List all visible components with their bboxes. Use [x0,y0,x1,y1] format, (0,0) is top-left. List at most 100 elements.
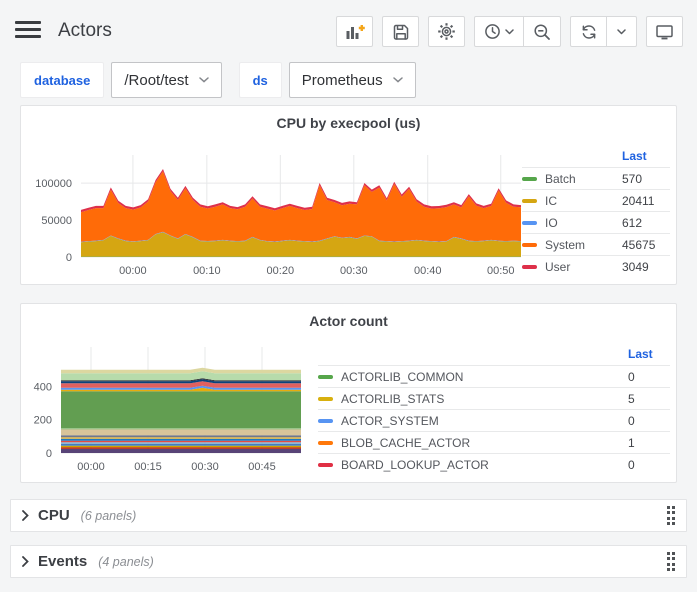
legend-row[interactable]: Batch570 [522,168,670,190]
series-color-swatch [318,375,333,379]
series-area-band-11 [61,428,301,430]
series-last-value: 1 [628,432,670,454]
legend-row[interactable]: System45675 [522,234,670,256]
legend-row[interactable]: IC 20411 [522,190,670,212]
series-color-swatch [522,199,537,203]
row-panel-count: (4 panels) [98,555,154,569]
series-label: ACTOR_SYSTEM [341,414,439,428]
panel-title[interactable]: CPU by execpool (us) [21,106,676,136]
variable-value-ds: Prometheus [302,72,383,89]
chart-canvas-cpu-by-execpool[interactable]: 05000010000000:0000:1000:2000:3000:4000:… [23,136,521,288]
chart-svg: 020040000:0000:1500:3000:45 [23,339,301,481]
row-panel-count: (6 panels) [81,509,137,523]
kiosk-mode-button[interactable] [646,16,683,47]
chevron-right-icon [22,556,29,567]
drag-handle-icon[interactable] [667,506,675,525]
legend-row[interactable]: BLOB_CACHE_ACTOR1 [318,432,670,454]
series-last-value: 45675 [622,234,670,256]
series-label: User [545,260,570,274]
x-axis-tick: 00:30 [191,461,219,473]
refresh-interval-dropdown[interactable] [607,16,637,47]
time-range-picker[interactable] [474,16,524,47]
variable-select-database[interactable]: /Root/test [111,62,221,98]
drag-handle-icon[interactable] [667,552,675,571]
x-axis-tick: 00:40 [414,265,442,277]
legend-row[interactable]: User 3049 [522,256,670,278]
series-last-value: 612 [622,212,670,234]
series-last-value: 0 [628,410,670,432]
legend-cpu-by-execpool: LastBatch570 IC 20411IO612System45675 User 3… [522,148,670,288]
series-area-band-10 [61,430,301,436]
legend-row[interactable]: BOARD_LOOKUP_ACTOR0 [318,454,670,476]
legend-sort-last[interactable]: Last [622,148,670,168]
series-label: ACTORLIB_STATS [341,392,444,406]
variable-value-database: /Root/test [124,72,188,89]
x-axis-tick: 00:50 [487,265,515,277]
series-last-value: 3049 [622,256,670,278]
chevron-down-icon [505,29,514,35]
monitor-icon [655,23,674,41]
series-area-band-03 [61,446,301,447]
y-axis-tick: 0 [66,252,72,264]
zoom-out-time-button[interactable] [524,16,561,47]
gear-icon [437,22,456,41]
legend-row[interactable]: IO612 [522,212,670,234]
series-color-swatch [522,265,537,269]
chevron-down-icon [617,29,626,35]
legend-row[interactable]: ACTOR_SYSTEM 0 [318,410,670,432]
series-area-band-07 [61,439,301,441]
legend-row[interactable]: ACTORLIB_STATS5 [318,388,670,410]
magnifier-minus-icon [533,23,551,41]
series-last-value: 20411 [622,190,670,212]
series-label: ACTORLIB_COMMON [341,370,463,384]
x-axis-tick: 00:20 [267,265,295,277]
row-header-cpu[interactable]: CPU (6 panels) [10,499,687,532]
series-area-band-02 [61,447,301,449]
chart-canvas-actor-count[interactable]: 020040000:0000:1500:3000:45 [23,334,301,486]
x-axis-tick: 00:30 [340,265,368,277]
series-color-swatch [318,397,333,401]
bar-chart-plus-icon [345,23,365,41]
series-area-band-19 [61,368,301,374]
series-area-band-06 [61,441,301,443]
y-axis-tick: 400 [34,381,52,393]
row-title: CPU [38,507,70,524]
panel-actor-count: Actor count 020040000:0000:1500:3000:45 … [20,303,677,483]
dashboard-title: Actors [58,20,112,42]
legend-sort-last[interactable]: Last [628,346,670,366]
series-area-band-01 [61,449,301,453]
chart-svg: 05000010000000:0000:1000:2000:3000:4000:… [23,151,521,283]
toolbar [336,16,683,47]
save-icon [392,23,410,41]
refresh-button[interactable] [570,16,607,47]
row-title: Events [38,553,87,570]
row-header-events[interactable]: Events (4 panels) [10,545,687,578]
series-color-swatch [522,243,537,247]
legend-header-row: Last [318,346,670,366]
menu-icon[interactable] [15,21,41,41]
legend-row[interactable]: ACTORLIB_COMMON0 [318,366,670,388]
series-area-System [81,171,521,242]
panel-title[interactable]: Actor count [21,304,676,334]
chevron-down-icon [393,77,403,83]
series-area-band-04 [61,444,301,446]
y-axis-tick: 0 [46,448,52,460]
panel-cpu-by-execpool: CPU by execpool (us) 05000010000000:0000… [20,105,677,285]
series-area-band-12 [61,391,301,428]
dashboard-settings-button[interactable] [428,16,465,47]
add-panel-button[interactable] [336,16,373,47]
chevron-right-icon [22,510,29,521]
variable-label-ds: ds [239,62,282,98]
save-dashboard-button[interactable] [382,16,419,47]
y-axis-tick: 100000 [35,178,72,190]
x-axis-tick: 00:00 [77,461,105,473]
clock-icon [484,23,501,40]
series-color-swatch [522,177,537,181]
series-area-band-09 [61,435,301,437]
variable-select-ds[interactable]: Prometheus [289,62,416,98]
series-label: IC [545,194,557,208]
series-label: BOARD_LOOKUP_ACTOR [341,458,489,472]
y-axis-tick: 50000 [41,215,72,227]
legend-actor-count: LastACTORLIB_COMMON0ACTORLIB_STATS5ACTOR… [318,346,670,486]
series-color-swatch [318,463,333,467]
